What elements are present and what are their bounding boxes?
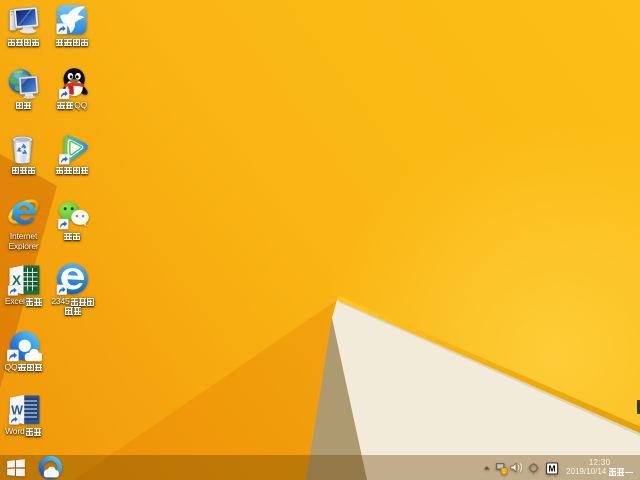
svg-text:M: M: [549, 463, 556, 473]
